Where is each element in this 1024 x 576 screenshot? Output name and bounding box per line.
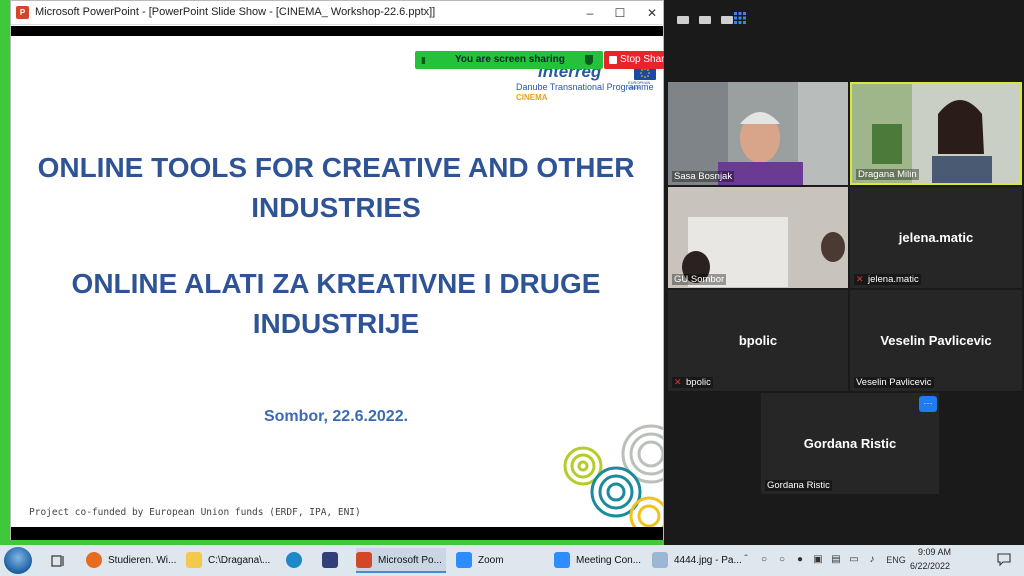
sharing-status-pill[interactable]: ▮ You are screen sharing [415,51,603,69]
thumbnail-view-icon[interactable] [720,12,734,24]
taskbar-item-save[interactable] [322,548,342,573]
stop-icon [609,56,617,64]
participant-video [668,187,848,288]
project-name: CINEMA [516,93,548,102]
participant-name-label: ✕ bpolic [672,377,713,388]
participant-tile[interactable]: GU Sombor [668,187,848,288]
firefox-icon [86,552,102,568]
gallery-view-icon[interactable] [734,11,746,24]
ppt-titlebar[interactable]: P Microsoft PowerPoint - [PowerPoint Sli… [11,1,663,25]
shield-icon [585,55,593,65]
participant-video [668,82,848,185]
participant-tile[interactable]: Veselin Pavlicevic Veselin Pavlicevic [850,290,1022,391]
zoom-icon [554,552,570,568]
stop-share-button[interactable]: Stop Share [604,51,665,69]
participant-display-name: Veselin Pavlicevic [880,333,992,348]
participant-name: Veselin Pavlicevic [854,377,934,388]
muted-mic-icon: ✕ [856,274,864,284]
participant-tile[interactable]: Gordana Ristic Gordana Ristic ··· [761,393,939,494]
desktop: P Microsoft PowerPoint - [PowerPoint Sli… [0,0,1024,576]
slide-title-english: ONLINE TOOLS FOR CREATIVE AND OTHER INDU… [37,152,635,223]
slideshow-top-border [11,26,663,36]
start-button[interactable] [4,547,32,574]
zoom-gallery-panel: Sasa Bosnjak Dragana Milin GU Sombor jel… [664,0,1024,550]
folder-icon [186,552,202,568]
participant-display-name: Gordana Ristic [803,436,897,451]
meeting-tray-icon[interactable]: ○ [776,554,788,566]
participant-tile[interactable]: jelena.matic ✕ jelena.matic [850,187,1022,288]
slide-title-serbian: ONLINE ALATI ZA KREATIVNE I DRUGE INDUST… [71,268,601,339]
taskbar-item-edge[interactable] [286,548,306,573]
powerpoint-icon [356,552,372,568]
participant-name-label: ✕ jelena.matic [854,274,921,285]
stop-share-label: Stop Share [620,54,665,65]
participant-tile[interactable]: Sasa Bosnjak [668,82,848,185]
participant-name: Dragana Milin [856,169,919,180]
minimize-video-icon[interactable] [676,12,690,24]
chevron-up-icon[interactable]: ˆ [740,554,752,566]
display-icon[interactable]: ▭ [848,554,860,566]
powerpoint-window: P Microsoft PowerPoint - [PowerPoint Sli… [10,0,664,540]
participant-name: Sasa Bosnjak [672,171,735,182]
muted-mic-icon: ✕ [674,377,682,387]
slide-date: Sombor, 22.6.2022. [263,408,409,425]
zoom-tray-icon[interactable]: ○ [758,554,770,566]
network-icon[interactable]: ▤ [830,554,842,566]
floppy-disk-icon [322,552,338,568]
participant-tile[interactable]: bpolic ✕ bpolic [668,290,848,391]
participant-name: GU Sombor [672,274,727,285]
taskbar: Studieren. Wi... C:\Dragana\... Microsof… [0,545,1024,576]
taskbar-item-meeting-controls[interactable]: Meeting Con... [554,548,644,573]
taskbar-item-paint[interactable]: 4444.jpg - Pa... [652,548,742,573]
powerpoint-app-icon: P [16,6,29,19]
decorative-circles-icon [561,424,663,527]
clock-date[interactable]: 6/22/2022 [910,561,950,571]
participant-tile-active-speaker[interactable]: Dragana Milin [850,82,1022,185]
taskbar-item-explorer[interactable]: C:\Dragana\... [186,548,274,573]
minimize-icon[interactable]: – [579,4,601,22]
notifications-icon[interactable] [996,553,1012,567]
participant-name: Gordana Ristic [765,480,832,491]
eu-label: EUROPEAN UNION [628,80,651,90]
slideshow-bottom-border [11,527,663,540]
paint-icon [652,552,668,568]
language-indicator[interactable]: ENG [884,554,908,566]
taskbar-item-firefox[interactable]: Studieren. Wi... [86,548,178,573]
more-options-button[interactable]: ··· [919,396,937,412]
volume-icon[interactable]: ♪ [866,554,878,566]
participant-display-name: bpolic [738,333,778,348]
zoom-icon [456,552,472,568]
ppt-window-title: Microsoft PowerPoint - [PowerPoint Slide… [35,6,436,18]
speaker-view-icon[interactable] [698,12,712,24]
edge-icon [286,552,302,568]
sharing-status-text: You are screen sharing [455,54,565,65]
maximize-icon[interactable]: ☐ [609,4,631,22]
participant-display-name: jelena.matic [898,230,974,245]
slide-footer: Project co-funded by European Union fund… [29,507,361,518]
security-icon[interactable]: ▣ [812,554,824,566]
taskbar-item-powerpoint[interactable]: Microsoft Po... [356,548,446,573]
taskbar-item-zoom[interactable]: Zoom [456,548,546,573]
microphone-icon[interactable]: ● [794,554,806,566]
slide[interactable]: interreg Danube Transnational Programme … [11,36,663,527]
close-icon[interactable]: ✕ [641,4,663,22]
system-tray: ˆ ○ ○ ● ▣ ▤ ▭ ♪ ENG 9:09 AM 6/22/2022 [734,545,1024,576]
zoom-toolbar [664,0,1024,36]
drag-handle-icon[interactable]: ▮ [421,54,429,66]
clock-time[interactable]: 9:09 AM [918,547,951,557]
screen-sharing-bar: ▮ You are screen sharing Stop Share [415,51,665,69]
task-view-icon[interactable] [50,548,68,573]
